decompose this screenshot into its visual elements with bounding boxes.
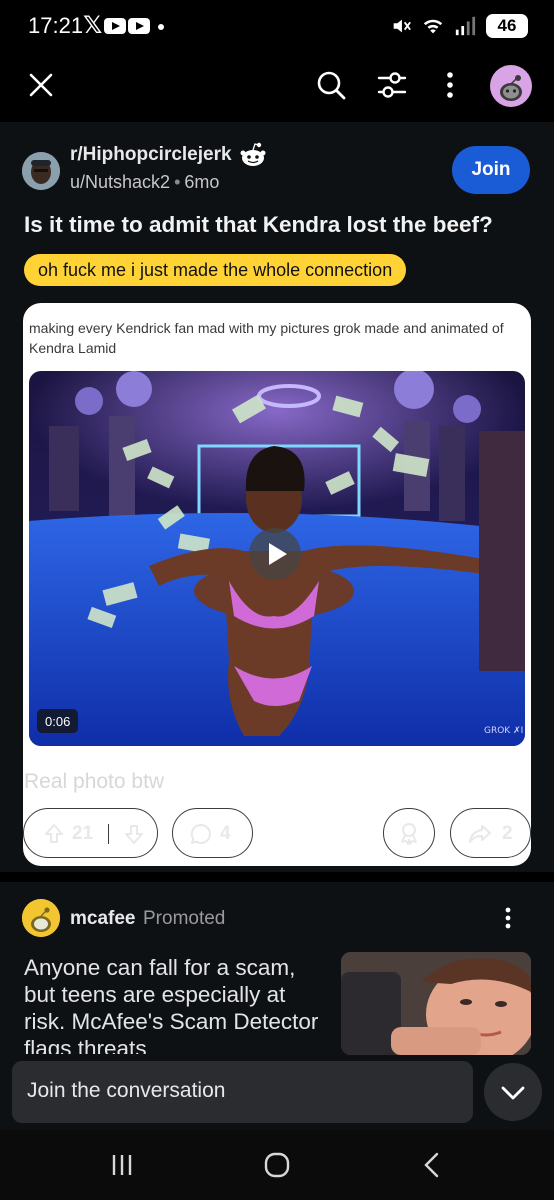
share-button[interactable]: 2 [450, 808, 531, 858]
signal-bars-icon [455, 16, 476, 36]
battery-indicator: 46 [486, 14, 528, 38]
author-name[interactable]: u/Nutshack2 [70, 172, 170, 192]
ad-image [341, 952, 531, 1055]
post-actions: 21 4 2 [23, 808, 531, 858]
close-icon[interactable] [26, 70, 56, 100]
downvote-icon[interactable] [122, 822, 146, 846]
youtube-icon [104, 18, 126, 34]
award-icon [401, 823, 417, 845]
system-nav-bar [0, 1130, 554, 1200]
post-body[interactable]: Real photo btw [24, 770, 164, 794]
post-flair[interactable]: oh fuck me i just made the whole connect… [24, 254, 407, 286]
youtube-icon [128, 18, 150, 34]
promoted-text[interactable]: Anyone can fall for a scam, but teens ar… [24, 954, 324, 1054]
snoo-avatar-icon [22, 899, 60, 937]
x-app-icon: 𝕏 [83, 12, 103, 39]
video-duration: 0:06 [37, 709, 79, 733]
wifi-icon [423, 19, 443, 34]
grok-watermark: GROK ✗I [484, 726, 523, 736]
recent-apps-icon[interactable] [105, 1150, 139, 1180]
app-bar [0, 52, 554, 122]
separator: • [174, 172, 181, 192]
author-line: u/Nutshack2 • 6mo [70, 172, 219, 193]
join-conversation-placeholder: Join the conversation [27, 1079, 226, 1102]
embed-caption: making every Kendrick fan mad with my pi… [29, 320, 504, 356]
home-icon[interactable] [260, 1150, 294, 1180]
filter-icon[interactable] [375, 68, 409, 102]
portrait-icon [22, 152, 60, 190]
status-bar: 17:21 𝕏 46 [0, 0, 554, 52]
vote-group: 21 [23, 808, 158, 858]
upvote-count: 21 [72, 823, 94, 844]
chevron-down-icon [501, 1086, 525, 1100]
award-button[interactable] [383, 808, 435, 858]
share-count: 2 [502, 823, 513, 844]
video-player[interactable]: GROK ✗I 0:06 [29, 371, 525, 746]
back-icon[interactable] [416, 1150, 450, 1180]
mute-vibrate-icon [393, 19, 411, 33]
snoo-avatar-icon [500, 75, 522, 101]
subreddit-name[interactable]: r/Hiphopcirclejerk [70, 144, 232, 166]
comment-icon [190, 823, 211, 844]
more-vertical-icon[interactable] [438, 68, 462, 102]
play-button[interactable] [249, 528, 301, 580]
share-icon [469, 825, 491, 843]
post-card[interactable]: r/Hiphopcirclejerk u/Nutshack2 • 6mo Join … [0, 122, 554, 872]
post-age: 6mo [184, 172, 220, 192]
feed-divider [0, 872, 554, 882]
join-conversation-input[interactable]: Join the conversation [12, 1061, 473, 1123]
comment-count: 4 [220, 823, 231, 844]
search-icon[interactable] [314, 68, 348, 102]
collapse-button[interactable] [484, 1063, 542, 1121]
advertiser-name[interactable]: mcafee [70, 908, 136, 930]
promoted-thumbnail[interactable] [341, 952, 531, 1055]
more-vertical-icon[interactable] [498, 906, 518, 930]
status-time: 17:21 [28, 13, 84, 38]
subreddit-avatar[interactable] [22, 152, 60, 190]
post-title[interactable]: Is it time to admit that Kendra lost the… [24, 210, 534, 240]
snoo-icon [240, 142, 266, 166]
join-button[interactable]: Join [452, 146, 530, 194]
upvote-icon[interactable] [42, 822, 66, 846]
advertiser-avatar[interactable] [22, 899, 60, 937]
notification-dot-icon [158, 24, 164, 30]
vote-divider [108, 824, 109, 844]
comments-button[interactable]: 4 [172, 808, 253, 858]
user-avatar[interactable] [490, 65, 532, 107]
promoted-tag: Promoted [143, 908, 226, 929]
